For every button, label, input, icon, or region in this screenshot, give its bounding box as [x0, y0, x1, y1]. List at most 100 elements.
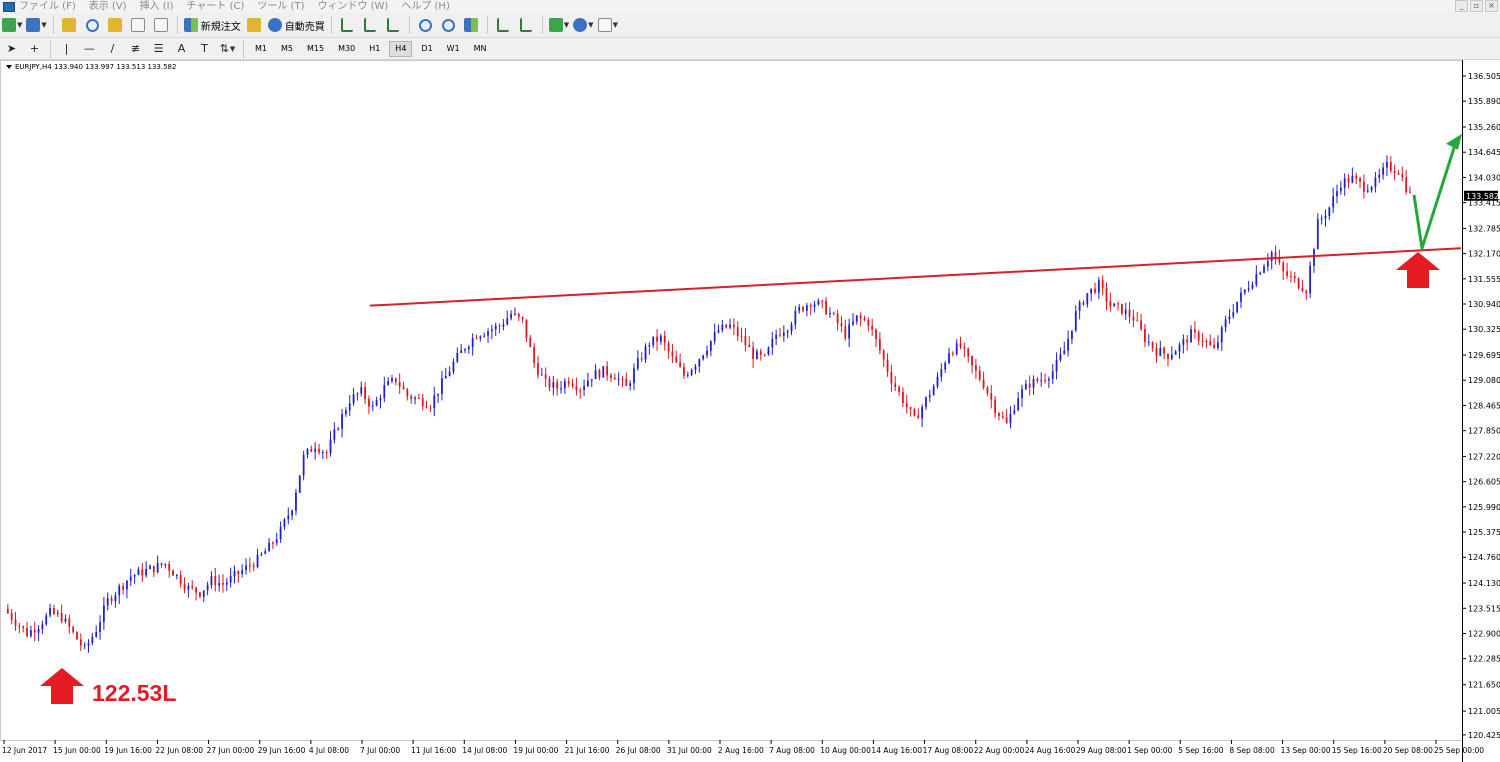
candle-body [898, 387, 900, 392]
timeframe-w1[interactable]: W1 [442, 41, 465, 57]
candle-body [925, 397, 927, 408]
profiles-button[interactable]: ▼ [26, 16, 47, 35]
new-chart-button[interactable]: ▼ [2, 16, 22, 35]
candle-body [882, 350, 885, 360]
channel-tool[interactable]: ≢ [126, 39, 145, 58]
menu-tools[interactable]: ツール (T) [257, 0, 304, 13]
timeframe-m30[interactable]: M30 [333, 41, 360, 57]
terminal-button[interactable] [129, 16, 148, 35]
candle-body [1351, 175, 1354, 183]
minimize-button[interactable]: _ [1455, 0, 1468, 12]
candle-body [87, 643, 90, 646]
candle-body [68, 618, 71, 627]
candle-body [252, 565, 255, 568]
candle-body [836, 313, 839, 324]
candle-body [560, 388, 562, 390]
chart-shift-button[interactable] [517, 16, 536, 35]
close-button[interactable]: × [1485, 0, 1498, 12]
timeframe-d1[interactable]: D1 [416, 41, 437, 57]
indicators-button[interactable]: ▼ [548, 16, 570, 35]
candle-body [245, 565, 247, 571]
periods-button[interactable]: ▼ [573, 16, 594, 35]
crosshair-tool[interactable]: + [25, 39, 44, 58]
candle-body [579, 389, 582, 391]
metaeditor-button[interactable] [245, 16, 264, 35]
candle-body [1259, 272, 1262, 275]
candle-body [1113, 303, 1116, 307]
line-chart-button[interactable] [384, 16, 403, 35]
text-tool[interactable]: A [172, 39, 191, 58]
tile-windows-button[interactable] [462, 16, 481, 35]
candle-body [1147, 342, 1150, 344]
candle-body [391, 378, 393, 382]
trendline-tool[interactable]: / [103, 39, 122, 58]
candle-body [1347, 178, 1350, 183]
new-order-button[interactable]: 新規注文 [183, 16, 241, 35]
price-chart[interactable]: 136.505135.890135.260134.645134.030133.4… [0, 60, 1500, 762]
candle-body [759, 351, 762, 355]
timeframe-m5[interactable]: M5 [276, 41, 298, 57]
strategy-tester-button[interactable] [152, 16, 171, 35]
price-axis-label: 126.605 [1468, 478, 1500, 487]
cursor-tool[interactable]: ➤ [2, 39, 21, 58]
horizontal-line-tool[interactable]: — [80, 39, 99, 58]
fibonacci-tool[interactable]: ☰ [149, 39, 168, 58]
candle-body [1159, 347, 1162, 356]
candle-body [690, 369, 693, 375]
candle-body [1320, 218, 1323, 220]
chevron-down-icon: ▼ [563, 21, 570, 29]
menu-window[interactable]: ウィンドウ (W) [317, 0, 388, 13]
candle-body [64, 618, 67, 622]
timeframe-m15[interactable]: M15 [302, 41, 329, 57]
vertical-line-icon: | [64, 42, 69, 55]
time-axis-label: 24 Aug 16:00 [1025, 746, 1076, 755]
zoom-in-button[interactable] [416, 16, 435, 35]
price-axis-label: 132.785 [1468, 224, 1500, 233]
chart-window[interactable]: 136.505 135.890 135.260 134.645 134.030 133.4… [0, 60, 1500, 762]
candle-body [598, 370, 601, 378]
bar-chart-button[interactable] [338, 16, 357, 35]
candle-body [114, 595, 117, 602]
candle-body [441, 378, 443, 394]
time-axis-label: 21 Jul 16:00 [565, 746, 610, 755]
price-axis-label: 120.425 [1468, 731, 1500, 740]
time-axis-label: 22 Aug 00:00 [974, 746, 1025, 755]
menu-file[interactable]: ファイル (F) [19, 0, 76, 13]
restore-button[interactable]: ▫ [1470, 0, 1483, 12]
candle-body [1036, 378, 1039, 382]
candle-body [514, 313, 516, 315]
data-window-button[interactable] [83, 16, 102, 35]
candle-body [22, 626, 25, 628]
market-watch-button[interactable] [60, 16, 79, 35]
candle-body [640, 358, 643, 360]
timeframe-h4[interactable]: H4 [389, 40, 413, 57]
candle-body [567, 381, 570, 384]
arrows-tool[interactable]: ⇅ ▼ [218, 39, 237, 58]
candle-body [1190, 329, 1192, 343]
menu-view[interactable]: 表示 (V) [89, 0, 127, 13]
candle-body [782, 332, 785, 336]
timeframe-mn[interactable]: MN [469, 41, 492, 57]
vertical-line-tool[interactable]: | [57, 39, 76, 58]
menu-insert[interactable]: 挿入 (I) [140, 0, 174, 13]
chart-symbol-info: EURJPY,H4 133.940 133.997 133.513 133.58… [6, 63, 176, 71]
candle-body [951, 353, 954, 355]
timeframe-m1[interactable]: M1 [250, 41, 272, 57]
market-watch-icon [62, 18, 77, 32]
candle-body [971, 356, 973, 366]
menu-help[interactable]: ヘルプ (H) [401, 0, 450, 13]
menu-chart[interactable]: チャート (C) [187, 0, 245, 13]
navigator-button[interactable] [106, 16, 125, 35]
zoom-out-button[interactable] [439, 16, 458, 35]
text-label-tool[interactable]: T [195, 39, 214, 58]
templates-button[interactable]: ▼ [597, 16, 618, 35]
time-axis-label: 10 Aug 00:00 [820, 746, 871, 755]
candle-body [37, 629, 40, 633]
candlestick-button[interactable] [361, 16, 380, 35]
candle-body [982, 379, 985, 388]
indicators-icon [548, 18, 563, 32]
auto-trading-button[interactable]: 自動売買 [267, 16, 325, 35]
timeframe-h1[interactable]: H1 [364, 41, 385, 57]
auto-trading-icon [267, 18, 282, 32]
auto-scroll-button[interactable] [494, 16, 513, 35]
